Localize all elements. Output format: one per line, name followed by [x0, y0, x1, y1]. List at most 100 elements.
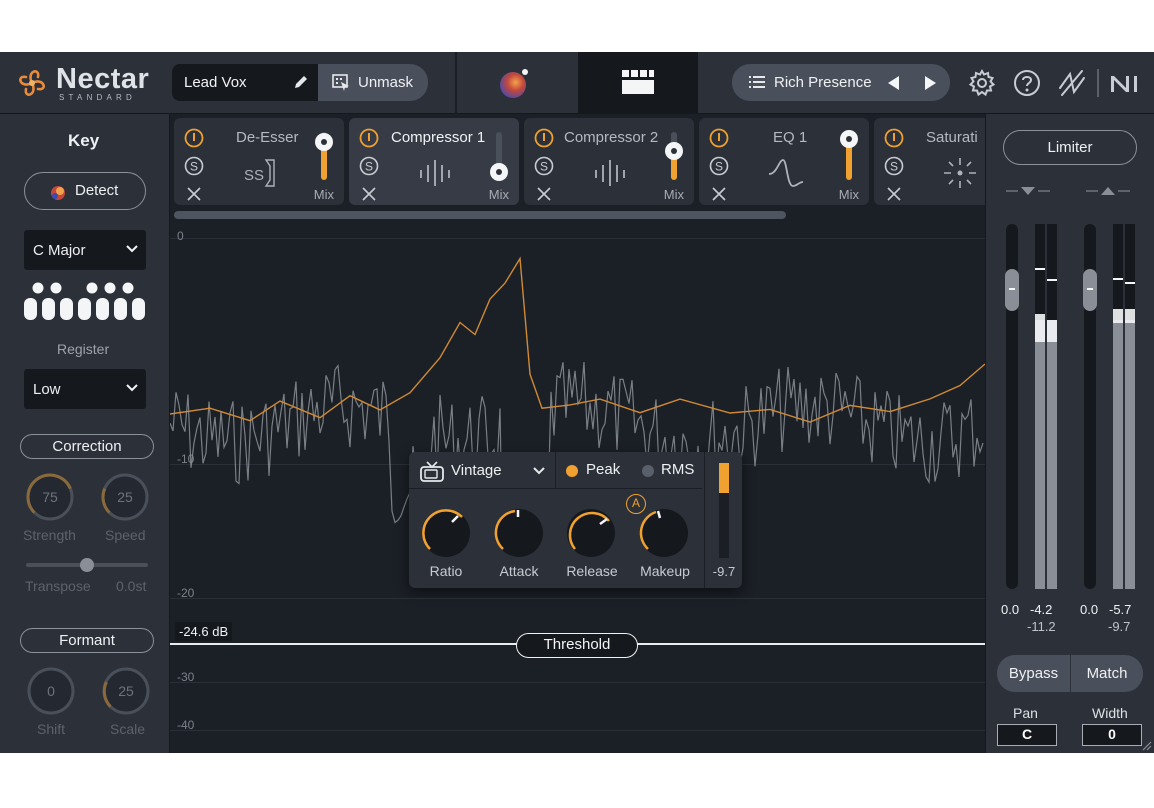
peak-radio[interactable]	[566, 465, 578, 477]
transpose-slider[interactable]	[26, 558, 148, 572]
assistant-orb-icon[interactable]	[497, 66, 531, 100]
solo-icon[interactable]: S	[534, 156, 554, 176]
pan-label: Pan	[1013, 705, 1038, 721]
detect-button[interactable]: Detect	[24, 172, 146, 210]
release-knob[interactable]	[567, 509, 615, 557]
mix-fader[interactable]	[490, 128, 508, 186]
formant-toggle[interactable]: Formant	[20, 628, 154, 653]
power-icon[interactable]	[359, 128, 379, 148]
pitch-panel: Key Detect C Major Register Low Correcti…	[0, 114, 170, 753]
compressor-mode-select[interactable]: Vintage	[409, 452, 556, 489]
strength-knob[interactable]: 75	[24, 471, 76, 523]
power-icon[interactable]	[534, 128, 554, 148]
gain-reduction-meter: -9.7	[704, 452, 742, 588]
register-value: Low	[33, 381, 61, 398]
attack-knob[interactable]	[494, 509, 543, 557]
chevron-down-icon	[126, 245, 138, 253]
threshold-handle[interactable]: Threshold	[516, 633, 638, 658]
output-gain-fader-thumb[interactable]	[1083, 269, 1097, 311]
input-peak-value: -4.2	[1030, 602, 1053, 617]
mix-fader-thumb[interactable]	[315, 133, 333, 151]
formant-label: Formant	[59, 632, 115, 649]
help-icon[interactable]	[1012, 68, 1042, 98]
output-rms-value: -9.7	[1108, 619, 1131, 634]
rms-label[interactable]: RMS	[661, 461, 694, 478]
width-label: Width	[1092, 705, 1128, 721]
register-select[interactable]: Low	[24, 369, 146, 409]
input-gain-fader-thumb[interactable]	[1005, 269, 1019, 311]
close-icon[interactable]	[184, 184, 204, 204]
ratio-knob[interactable]	[422, 509, 470, 557]
unmask-label: Unmask	[358, 74, 414, 91]
module-card[interactable]: S EQ 1 Mix	[699, 118, 869, 205]
release-label: Release	[566, 563, 618, 579]
unmask-icon	[332, 74, 349, 91]
power-icon[interactable]	[709, 128, 729, 148]
speed-knob[interactable]: 25	[99, 471, 151, 523]
mix-fader-thumb[interactable]	[840, 130, 858, 148]
makeup-knob[interactable]	[639, 509, 688, 557]
module-card[interactable]: S Compressor 2 Mix	[524, 118, 694, 205]
signal-icon[interactable]	[1057, 68, 1087, 98]
compressor-icon	[420, 160, 450, 186]
module-view-button[interactable]	[578, 52, 698, 114]
module-card[interactable]: S Saturati	[874, 118, 985, 205]
close-icon[interactable]	[359, 184, 379, 204]
ratio-label: Ratio	[429, 563, 463, 579]
output-gain-fader[interactable]	[1083, 224, 1097, 589]
nectar-logo: Nectar STANDARD	[12, 63, 152, 103]
peak-label[interactable]: Peak	[586, 461, 620, 478]
input-gain-fader[interactable]	[1005, 224, 1019, 589]
mix-fader-thumb[interactable]	[665, 142, 683, 160]
close-icon[interactable]	[709, 184, 729, 204]
key-select[interactable]: C Major	[24, 230, 146, 270]
assistant-preset-selector[interactable]: Rich Presence	[732, 64, 950, 101]
output-meter-left	[1113, 224, 1123, 589]
module-strip-scrollbar[interactable]	[174, 211, 786, 219]
solo-icon[interactable]: S	[709, 156, 729, 176]
detect-orb-icon	[51, 186, 65, 200]
input-gain-value: 0.0	[1001, 602, 1020, 617]
solo-icon[interactable]: S	[359, 156, 379, 176]
scale-knob[interactable]: 25	[100, 665, 152, 717]
next-preset-icon[interactable]	[920, 73, 940, 93]
width-field[interactable]: 0	[1082, 724, 1142, 746]
unmask-button[interactable]: Unmask	[318, 64, 428, 101]
chevron-down-icon	[533, 467, 545, 475]
module-card[interactable]: S De-Esser SS Mix	[174, 118, 344, 205]
preset-name-field[interactable]: Lead Vox	[172, 64, 318, 101]
bypass-button[interactable]: Bypass	[997, 655, 1070, 692]
power-icon[interactable]	[184, 128, 204, 148]
output-gain-marker-icon	[1086, 187, 1130, 195]
correction-toggle[interactable]: Correction	[20, 434, 154, 459]
input-gain-marker-icon	[1006, 187, 1050, 195]
close-icon[interactable]	[884, 184, 904, 204]
resize-grip-icon[interactable]	[1142, 741, 1152, 751]
power-icon[interactable]	[884, 128, 904, 148]
limiter-toggle[interactable]: Limiter	[1003, 130, 1137, 165]
module-card[interactable]: S Compressor 1 Mix	[349, 118, 519, 205]
gear-icon[interactable]	[967, 68, 997, 98]
piano-keys-icon[interactable]	[23, 280, 147, 320]
solo-icon[interactable]: S	[184, 156, 204, 176]
list-icon	[749, 76, 765, 88]
shift-knob[interactable]: 0	[25, 665, 77, 717]
input-rms-value: -11.2	[1027, 619, 1056, 634]
svg-text:SS: SS	[244, 167, 264, 184]
svg-text:S: S	[890, 160, 898, 174]
pencil-icon[interactable]	[292, 73, 310, 91]
previous-preset-icon[interactable]	[884, 73, 904, 93]
mix-fader-thumb[interactable]	[490, 163, 508, 181]
mix-fader[interactable]	[665, 128, 683, 186]
nectar-plugin-window: Nectar STANDARD Lead Vox Unmask Rich Pre…	[0, 52, 1154, 753]
match-button[interactable]: Match	[1071, 655, 1143, 692]
close-icon[interactable]	[534, 184, 554, 204]
svg-text:S: S	[190, 160, 198, 174]
rms-radio[interactable]	[642, 465, 654, 477]
pan-field[interactable]: C	[997, 724, 1057, 746]
solo-icon[interactable]: S	[884, 156, 904, 176]
transpose-slider-thumb[interactable]	[80, 558, 94, 572]
makeup-label: Makeup	[640, 563, 690, 579]
mix-fader[interactable]	[840, 128, 858, 186]
mix-fader[interactable]	[315, 128, 333, 186]
